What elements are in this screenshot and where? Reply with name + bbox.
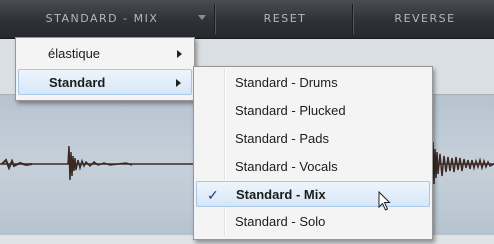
toolbar-divider xyxy=(352,4,353,34)
mouse-pointer-icon xyxy=(378,191,391,211)
preset-dropdown-label: STANDARD - MIX xyxy=(45,12,159,25)
submenu-item-label: Standard - Plucked xyxy=(235,103,346,118)
submenu-item-vocals[interactable]: Standard - Vocals xyxy=(196,154,430,180)
submenu-item-label: Standard - Pads xyxy=(235,131,329,146)
toolbar: STANDARD - MIX RESET REVERSE xyxy=(0,0,494,39)
menu-item-elastique[interactable]: élastique xyxy=(18,41,192,67)
submenu-item-label: Standard - Mix xyxy=(236,187,326,202)
submenu-item-pads[interactable]: Standard - Pads xyxy=(196,126,430,152)
algorithm-menu: élastique Standard xyxy=(15,37,195,101)
preset-dropdown-button[interactable]: STANDARD - MIX xyxy=(12,0,208,38)
submenu-item-mix[interactable]: ✓ Standard - Mix xyxy=(196,181,430,207)
submenu-item-solo[interactable]: Standard - Solo xyxy=(196,209,430,235)
menu-item-label: élastique xyxy=(48,46,101,61)
reverse-button[interactable]: REVERSE xyxy=(360,0,490,38)
toolbar-divider xyxy=(214,4,215,34)
submenu-item-label: Standard - Vocals xyxy=(235,159,338,174)
chevron-right-icon xyxy=(176,79,181,87)
submenu-item-label: Standard - Solo xyxy=(235,214,326,229)
standard-preset-submenu: Standard - Drums Standard - Plucked Stan… xyxy=(193,66,433,240)
chevron-right-icon xyxy=(177,50,182,58)
chevron-down-icon xyxy=(198,15,206,20)
reset-button[interactable]: RESET xyxy=(225,0,345,38)
menu-item-standard[interactable]: Standard xyxy=(18,69,192,95)
submenu-item-plucked[interactable]: Standard - Plucked xyxy=(196,98,430,124)
submenu-item-label: Standard - Drums xyxy=(235,75,338,90)
submenu-item-drums[interactable]: Standard - Drums xyxy=(196,70,430,96)
check-icon: ✓ xyxy=(207,187,219,203)
menu-item-label: Standard xyxy=(49,75,106,90)
